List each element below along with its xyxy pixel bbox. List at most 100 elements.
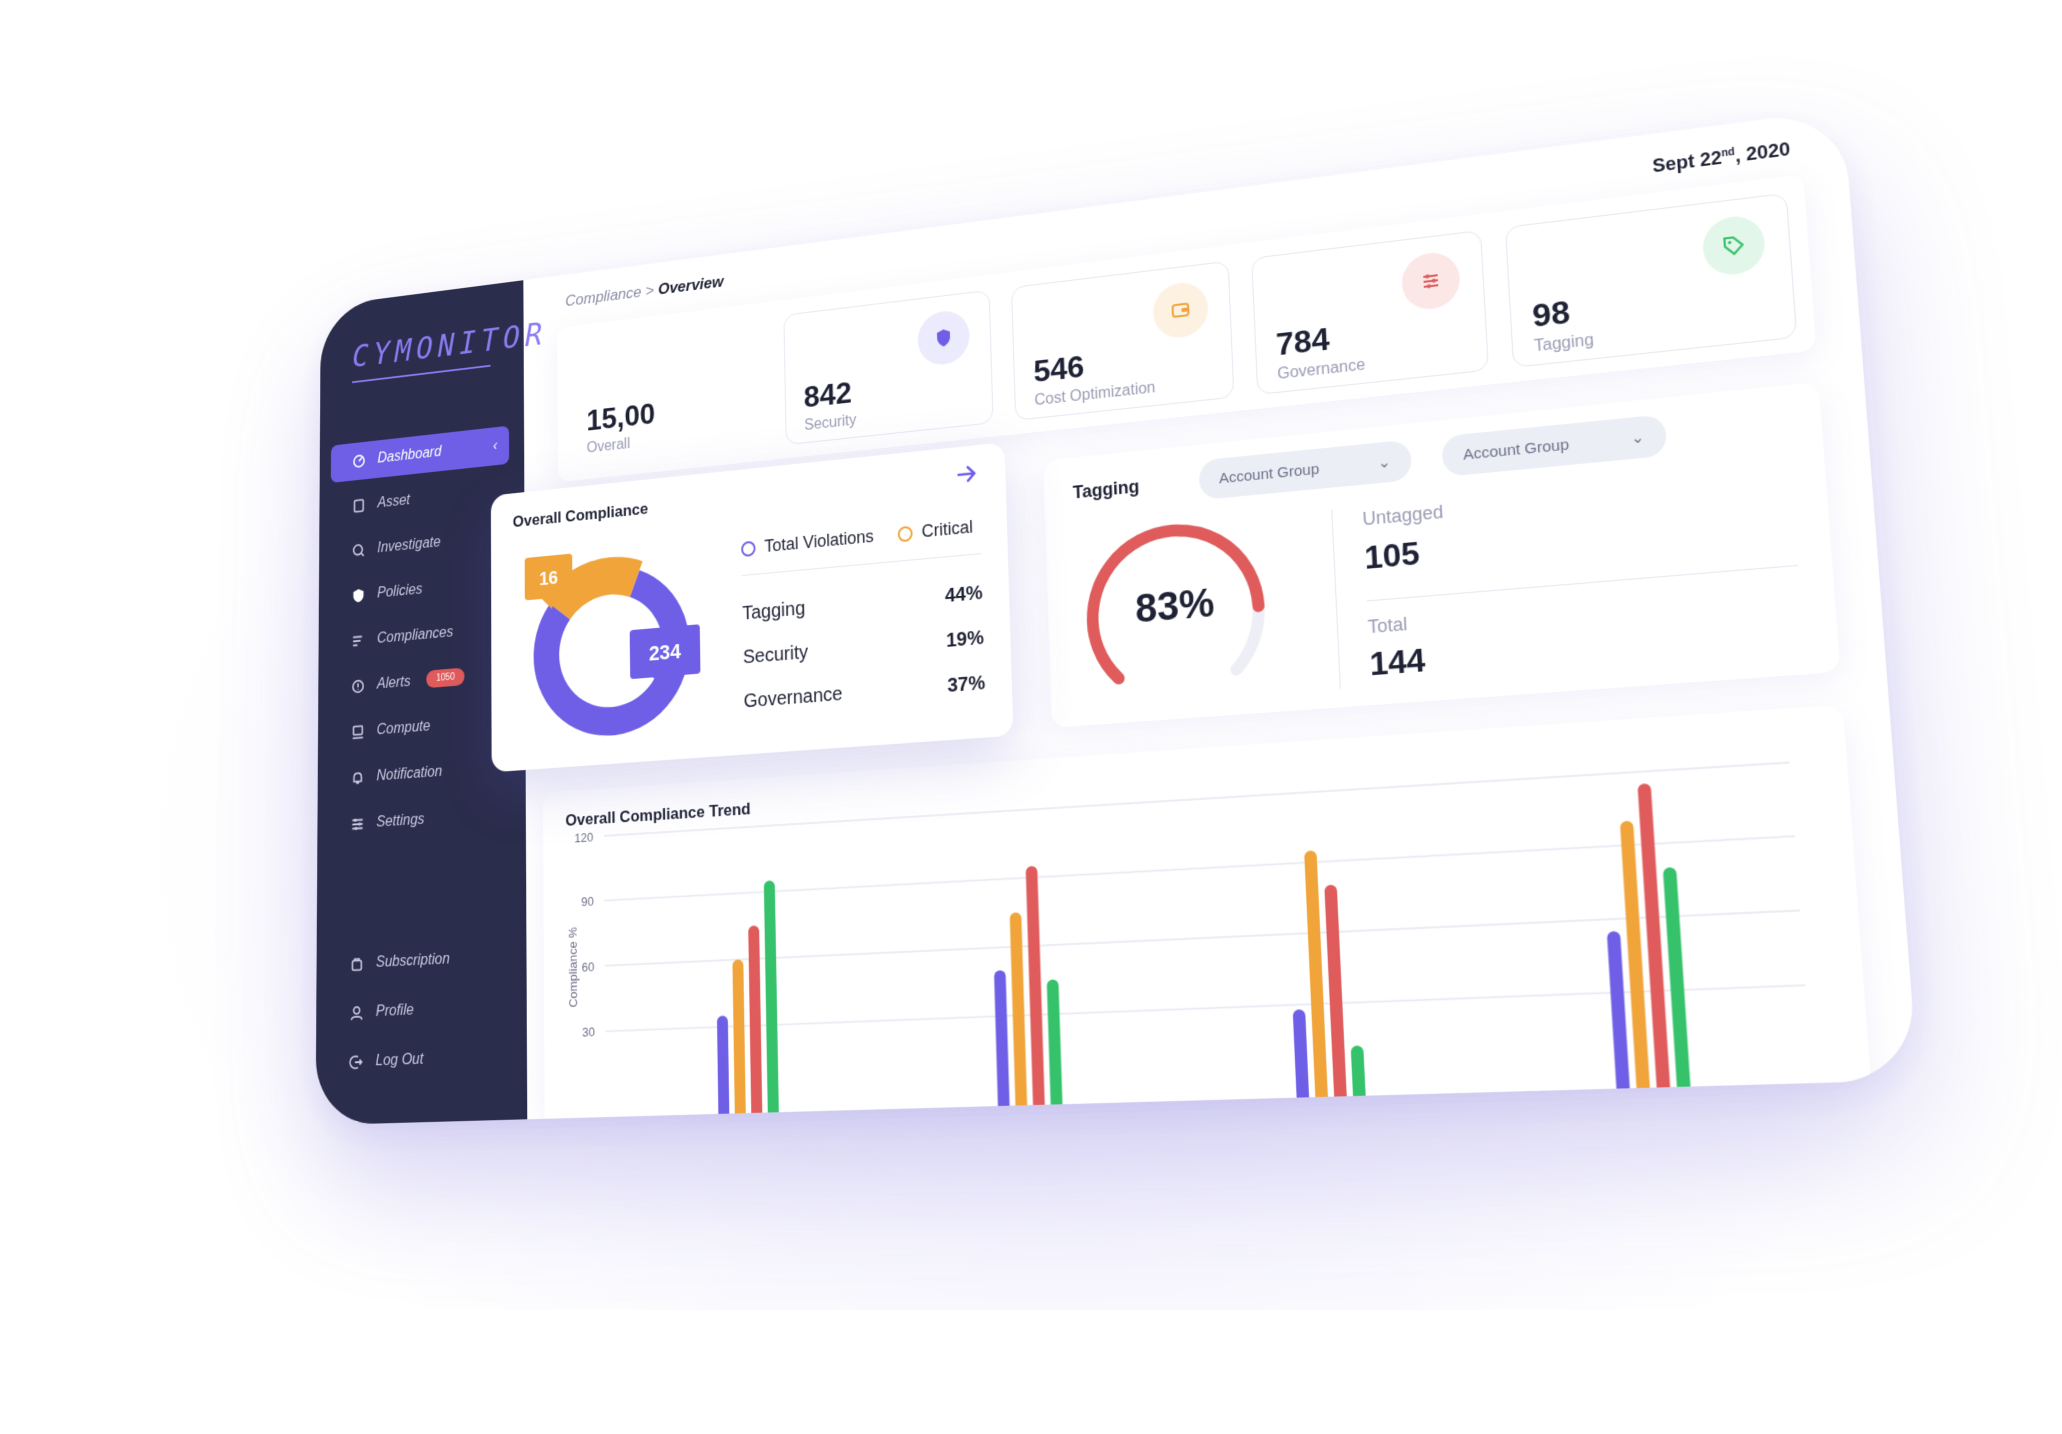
dashboard-icon xyxy=(352,452,367,470)
gridline xyxy=(604,763,1790,836)
sidebar-item-label: Notification xyxy=(376,763,443,785)
bar xyxy=(1292,1009,1310,1109)
bar xyxy=(1046,979,1063,1115)
violations-count: 234 xyxy=(649,640,682,666)
subscription-icon xyxy=(349,955,364,973)
row-label: Governance xyxy=(743,682,843,712)
sidebar-item-label: Asset xyxy=(377,492,411,512)
bar xyxy=(1324,884,1348,1108)
sidebar-item-label: Policies xyxy=(377,581,423,602)
sidebar-item-label: Settings xyxy=(376,811,425,831)
breadcrumb-parent[interactable]: Compliance xyxy=(565,283,641,310)
bar xyxy=(763,880,780,1119)
tag-icon xyxy=(1701,213,1767,278)
divider xyxy=(1331,509,1341,689)
row-percent: 19% xyxy=(945,626,985,652)
alerts-count-badge: 1050 xyxy=(426,667,465,689)
user-icon xyxy=(349,1004,364,1022)
sidebar-item-label: Alerts xyxy=(376,673,411,693)
sidebar-item-label: Compliances xyxy=(376,624,454,647)
sidebar-item-label: Subscription xyxy=(375,951,450,971)
gridline xyxy=(604,836,1795,900)
chevron-left-icon[interactable]: ‹ xyxy=(493,438,497,455)
y-tick-label: 90 xyxy=(581,895,594,909)
bar xyxy=(1606,930,1631,1100)
compliance-breakdown: Tagging 44% Security 19% Governance 37% xyxy=(742,571,986,724)
chevron-down-icon: ⌄ xyxy=(1377,453,1392,473)
sidebar-item-settings[interactable]: Settings xyxy=(317,793,526,846)
compliance-trend-chart: 120 90 60 30 Compliance % xyxy=(567,704,1871,1119)
stat-label: Security xyxy=(804,412,857,434)
wallet-icon xyxy=(1152,279,1209,341)
bell-icon xyxy=(350,769,365,787)
divider xyxy=(1366,564,1799,602)
compute-icon xyxy=(350,723,365,741)
settings-icon xyxy=(350,815,365,833)
row-label: Tagging xyxy=(742,597,806,624)
untagged-label: Untagged xyxy=(1362,501,1444,530)
sidebar-item-label: Dashboard xyxy=(377,444,442,467)
y-axis-label: Compliance % xyxy=(567,927,580,1008)
bar xyxy=(1025,865,1046,1116)
stat-value: 98 xyxy=(1531,293,1572,335)
sidebar-item-subscription[interactable]: Subscription xyxy=(316,936,526,986)
sliders-icon xyxy=(1400,249,1462,313)
breadcrumb-separator: > xyxy=(645,281,655,300)
app-logo: CYMONITOR xyxy=(352,316,547,384)
sidebar-item-logout[interactable]: Log Out xyxy=(316,1036,527,1084)
overall-compliance-title: Overall Compliance xyxy=(512,499,649,531)
investigate-icon xyxy=(351,542,366,560)
asset-icon xyxy=(352,497,367,515)
sidebar-item-label: Compute xyxy=(376,718,431,739)
dropdown-label: Account Group xyxy=(1462,435,1570,464)
sidebar-item-label: Profile xyxy=(375,1002,414,1020)
compliance-trend-card: Overall Compliance Trend 120 90 60 30 Compli… xyxy=(542,704,1871,1119)
sidebar-item-profile[interactable]: Profile xyxy=(316,986,527,1035)
stat-value: 546 xyxy=(1032,348,1085,389)
logout-icon xyxy=(349,1053,364,1071)
bar xyxy=(993,970,1010,1117)
bar xyxy=(716,1015,730,1119)
y-tick-label: 120 xyxy=(574,831,593,846)
breadcrumb: Compliance > Overview xyxy=(565,273,723,311)
legend-label: Critical xyxy=(921,516,974,542)
legend-label: Total Violations xyxy=(764,526,874,556)
tagging-card: Tagging Account Group ⌄ Account Group ⌄ … xyxy=(1043,381,1841,728)
date-suffix: nd xyxy=(1721,146,1736,160)
total-label: Total xyxy=(1367,613,1408,638)
y-tick-label: 30 xyxy=(582,1026,595,1040)
stat-card-governance[interactable]: 784 Governance xyxy=(1251,229,1489,396)
stat-card-overall[interactable]: 15,00 Overall xyxy=(568,317,766,467)
breadcrumb-current: Overview xyxy=(657,272,724,299)
legend-item-critical: Critical xyxy=(897,517,973,544)
account-group-dropdown-1[interactable]: Account Group ⌄ xyxy=(1198,439,1413,501)
untagged-value: 105 xyxy=(1363,534,1421,577)
stat-label: Tagging xyxy=(1533,331,1595,356)
sidebar-item-label: Investigate xyxy=(377,534,441,557)
date-main: Sept 22 xyxy=(1651,147,1723,177)
donut-legend: Total Violations Critical xyxy=(741,516,979,559)
row-label: Security xyxy=(742,641,809,668)
bar xyxy=(732,959,746,1119)
bar xyxy=(1009,912,1028,1116)
stat-card-security[interactable]: 842 Security xyxy=(783,289,994,446)
date-year: , 2020 xyxy=(1734,138,1791,167)
legend-item-total-violations: Total Violations xyxy=(741,526,874,558)
legend-marker xyxy=(741,540,756,557)
stat-card-tagging[interactable]: 98 Tagging xyxy=(1504,192,1798,368)
stat-value: 842 xyxy=(803,374,853,415)
stat-value: 15,00 xyxy=(586,396,656,438)
dropdown-label: Account Group xyxy=(1218,460,1320,487)
account-group-dropdown-2[interactable]: Account Group ⌄ xyxy=(1441,414,1668,477)
row-percent: 44% xyxy=(944,581,983,607)
overall-compliance-card[interactable]: Overall Compliance 16 234 Total Violatio… xyxy=(490,442,1014,773)
compliance-icon xyxy=(351,632,366,650)
sidebar-item-label: Log Out xyxy=(375,1051,424,1070)
current-date: Sept 22nd, 2020 xyxy=(1652,139,1791,178)
tagging-title: Tagging xyxy=(1072,476,1140,503)
stat-card-cost-optimization[interactable]: 546 Cost Optimization xyxy=(1011,260,1235,421)
row-percent: 37% xyxy=(947,671,986,697)
compliance-donut-chart: 16 234 xyxy=(524,553,701,742)
arrow-right-icon[interactable] xyxy=(953,458,982,490)
sidebar-bottom-nav: Subscription Profile Log Out xyxy=(316,936,527,1093)
